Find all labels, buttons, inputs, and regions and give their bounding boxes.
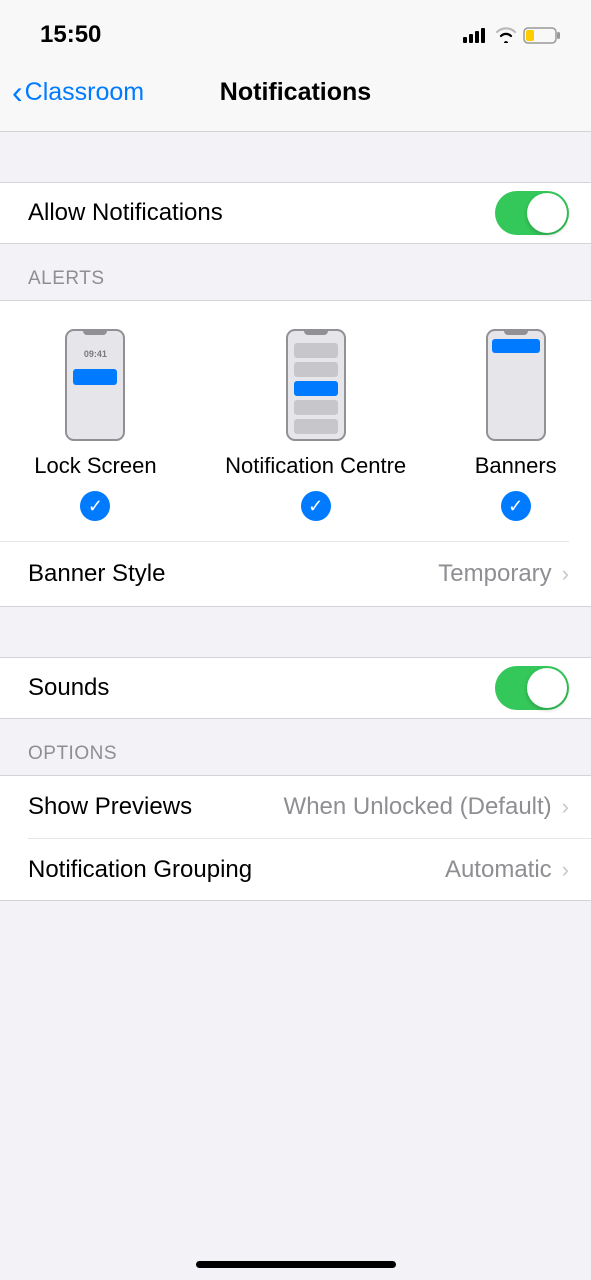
- show-previews-row[interactable]: Show Previews When Unlocked (Default) ›: [0, 776, 591, 838]
- alert-label: Banners: [475, 453, 557, 479]
- wifi-icon: [495, 27, 517, 43]
- options-header: OPTIONS: [0, 719, 591, 775]
- banners-preview-icon: [486, 329, 546, 441]
- show-previews-label: Show Previews: [28, 793, 192, 821]
- alert-label: Lock Screen: [34, 453, 156, 479]
- chevron-right-icon: ›: [562, 794, 569, 820]
- nav-bar: ‹ Classroom Notifications: [0, 54, 591, 132]
- allow-notifications-toggle[interactable]: [495, 191, 569, 235]
- notification-grouping-row[interactable]: Notification Grouping Automatic ›: [28, 838, 591, 900]
- alert-notification-centre[interactable]: Notification Centre ✓: [225, 329, 406, 521]
- chevron-right-icon: ›: [562, 857, 569, 883]
- alerts-header: ALERTS: [0, 244, 591, 300]
- status-icons: [463, 27, 561, 44]
- lock-screen-preview-icon: 09:41: [65, 329, 125, 441]
- alert-banners[interactable]: Banners ✓: [475, 329, 557, 521]
- chevron-right-icon: ›: [562, 561, 569, 587]
- checkmark-icon: ✓: [301, 491, 331, 521]
- cellular-icon: [463, 27, 489, 43]
- home-indicator[interactable]: [196, 1261, 396, 1268]
- banner-style-value: Temporary ›: [438, 560, 569, 588]
- banner-style-label: Banner Style: [28, 560, 165, 588]
- show-previews-value: When Unlocked (Default) ›: [284, 793, 569, 821]
- status-bar: 15:50: [0, 0, 591, 54]
- sounds-label: Sounds: [28, 674, 109, 702]
- back-label: Classroom: [25, 78, 144, 107]
- status-time: 15:50: [40, 21, 101, 49]
- banner-style-row[interactable]: Banner Style Temporary ›: [0, 541, 591, 607]
- checkmark-icon: ✓: [80, 491, 110, 521]
- sounds-row: Sounds: [0, 657, 591, 719]
- chevron-left-icon: ‹: [12, 74, 23, 111]
- allow-notifications-label: Allow Notifications: [28, 199, 223, 227]
- notification-centre-preview-icon: [286, 329, 346, 441]
- alert-label: Notification Centre: [225, 453, 406, 479]
- alerts-grid: 09:41 Lock Screen ✓ Notification Centre …: [0, 300, 591, 541]
- page-title: Notifications: [220, 78, 371, 107]
- notification-grouping-value: Automatic ›: [445, 856, 569, 884]
- notification-grouping-label: Notification Grouping: [28, 856, 252, 884]
- battery-icon: [523, 27, 561, 44]
- checkmark-icon: ✓: [501, 491, 531, 521]
- alert-lock-screen[interactable]: 09:41 Lock Screen ✓: [34, 329, 156, 521]
- back-button[interactable]: ‹ Classroom: [0, 74, 144, 111]
- sounds-toggle[interactable]: [495, 666, 569, 710]
- allow-notifications-row: Allow Notifications: [0, 182, 591, 244]
